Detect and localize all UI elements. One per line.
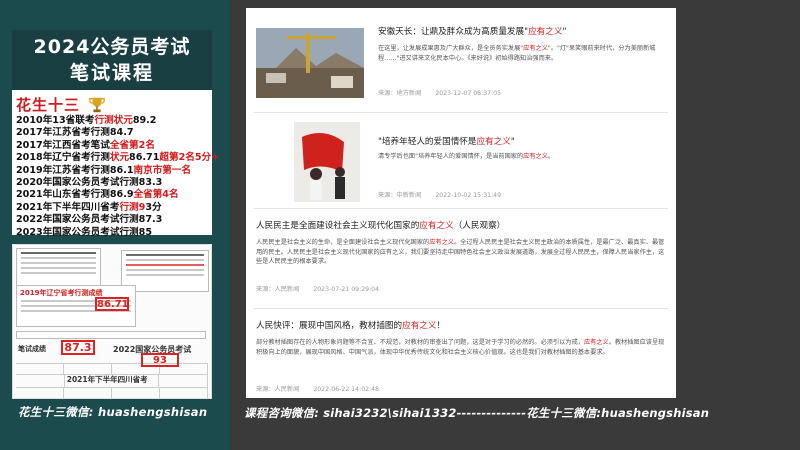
article-thumbnail[interactable] [256,28,364,98]
article-item[interactable]: 人民民主是全面建设社会主义现代化国家的应有之义（人民观察） 人民民主是社会主义的… [246,208,676,304]
score-doc-1 [16,248,101,288]
article-item[interactable]: "培养年轻人的爱国情怀是应有之义" 清专学后也面"培养年轻人的爱国情怀，是当前国… [246,112,676,204]
article-summary: 人民民主是社会主义的生命，是全面建设社会主义现代化国家的应有之义。全过程人民民主… [256,239,665,265]
promo-footer-wechat: 花生十三微信: huashengshisan [18,405,208,419]
achievement-item: 2022年国家公务员考试行测87.3 [16,214,163,226]
score-93: 93 [141,353,179,367]
achievement-item: 2017年江西省考笔试全省第2名 [16,139,155,151]
promo-panel: 2024公务员考试 笔试课程 花生十三 2010年13省联考行测状元89.2 20… [0,0,230,450]
article-meta: 来源：中新新闻 2022-10-02 15:31:49 [378,190,501,199]
article-title[interactable]: "培养年轻人的爱国情怀是应有之义" [378,136,515,148]
achievement-item: 2021年山东省考行测86.9全省第4名 [16,189,179,201]
teacher-name-row: 花生十三 [12,90,212,115]
article-summary: 在这里，让发展成果惠及广大群众，是全员务实发展"应有之义"。"灯"呆笑眼前来时代… [378,45,656,62]
achievement-item: 2010年13省联考行测状元89.2 [16,115,157,126]
achievement-item: 2017年江苏省考行测84.7 [16,127,134,139]
score-table: 2021年下半年四川省考 [16,363,208,398]
article-feed[interactable]: 安徽天长：让鼎及胖众成为高质量发展"应有之义" 在这里，让发展成果惠及广大群众，… [246,8,676,398]
achievement-item: 2020年国家公务员考试行测83.3 [16,177,163,189]
article-item[interactable]: 人民快评：展现中国风格，教材插图的应有之义！ 部分教材插图存在的人物形象问题等不… [246,308,676,398]
article-summary: 清专学后也面"培养年轻人的爱国情怀，是当前国家的应有之义。 [378,153,555,160]
promo-header: 2024公务员考试 笔试课程 [12,30,212,90]
promo-card: 2024公务员考试 笔试课程 花生十三 2010年13省联考行测状元89.2 20… [12,30,219,238]
score-tag-label: 笔试成绩 [18,345,46,353]
article-title[interactable]: 人民民主是全面建设社会主义现代化国家的应有之义（人民观察） [256,220,505,232]
achievement-item: 2021年下半年四川省考行测93分 [16,201,162,213]
achievement-item: 2019年江苏省考行测86.1南京市第一名 [16,164,192,176]
achievement-item: 2018年辽宁省考行测状元86.71超第2名5分+ [16,152,220,164]
score-2019-label: 2019年辽宁省考行测成绩 [20,289,103,297]
article-source: 来源：人民新闻 [256,286,300,293]
achievement-list: 2010年13省联考行测状元89.2 2017年江苏省考行测84.7 2017年江西… [12,115,220,239]
article-time: 2023-07-21 09:29:04 [313,286,380,293]
article-source: 来源：中新新闻 [378,192,422,199]
article-summary: 部分教材插图存在的人物形象问题等不合宜、不规范，对教材的审查出了问题，这是对于学… [256,339,665,356]
article-meta: 来源：人民新闻 2022-06-22 14:02:48 [256,384,379,393]
teacher-name: 花生十三 [16,96,81,114]
flag-photo-icon [294,122,360,202]
article-thumbnail[interactable] [294,122,360,202]
article-time: 2022-10-02 15:31:49 [435,192,502,199]
promo-title: 2024公务员考试 [33,36,191,58]
article-title[interactable]: 人民快评：展现中国风格，教材插图的应有之义！ [256,320,445,332]
article-item[interactable]: 安徽天长：让鼎及胖众成为高质量发展"应有之义" 在这里，让发展成果惠及广大群众，… [246,8,676,112]
article-time: 2022-06-22 14:02:48 [313,386,380,393]
score-doc-3 [16,331,206,339]
construction-photo-icon [256,28,364,98]
article-source: 来源：人民新闻 [256,386,300,393]
achievement-item: 2023年国家公务员考试行测85 [16,226,152,238]
article-title[interactable]: 安徽天长：让鼎及胖众成为高质量发展"应有之义" [378,26,566,38]
promo-subtitle: 笔试课程 [69,62,154,84]
score-87-3: 87.3 [61,340,95,355]
article-time: 2023-12-07 08:37:05 [435,90,502,97]
trophy-icon [89,97,105,112]
consult-wechat-caption: 课程咨询微信: sihai3232\sihai1332-------------… [244,406,710,420]
score-sichuan-label: 2021年下半年四川省考 [65,375,160,387]
article-meta: 来源：地方新闻 2023-12-07 08:37:05 [378,88,501,97]
score-screenshots: 2019年辽宁省考行测成绩 86.71 笔试成绩 87.3 2022国家公务员考… [12,244,212,399]
score-86-71: 86.71 [95,297,129,311]
article-meta: 来源：人民新闻 2023-07-21 09:29:04 [256,284,379,293]
article-source: 来源：地方新闻 [378,90,422,97]
